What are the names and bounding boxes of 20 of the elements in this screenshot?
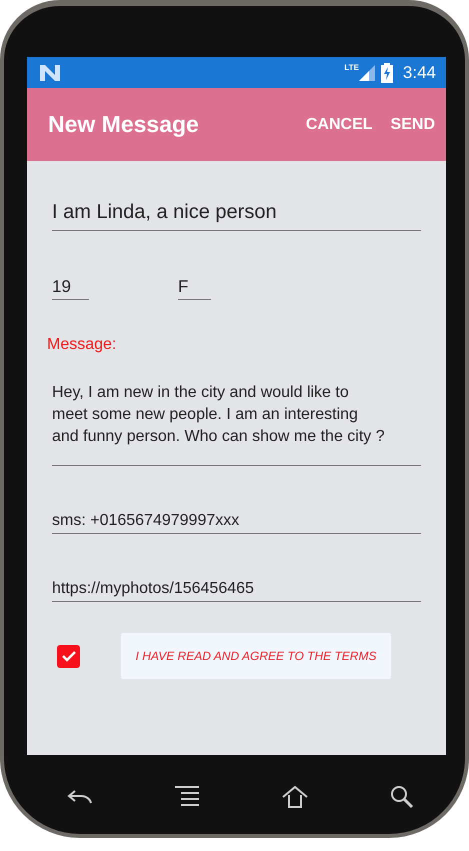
menu-icon[interactable] <box>175 786 200 808</box>
checkbox[interactable] <box>57 644 80 668</box>
app-title: New Message <box>48 111 199 138</box>
input-field[interactable]: Hey, I am new in the city and would like to meet some new people. I am an interesting and funny person. Who can show me the city ? <box>52 382 421 466</box>
check-icon <box>60 648 76 664</box>
input-field[interactable]: I am Linda, a nice person <box>52 201 421 231</box>
back-icon[interactable] <box>67 789 93 805</box>
home-icon[interactable] <box>282 786 308 808</box>
message-label: Message: <box>47 336 118 354</box>
signal-icon <box>358 64 375 80</box>
input-field[interactable]: F <box>178 277 211 300</box>
input-field[interactable]: https://myphotos/156456465 <box>52 580 421 602</box>
input-field[interactable]: 19 <box>52 277 89 300</box>
notification-icon <box>40 64 60 80</box>
battery-icon <box>380 62 393 82</box>
clock: 3:44 <box>402 62 436 82</box>
network-label: LTE <box>344 63 359 72</box>
search-icon[interactable] <box>390 785 414 809</box>
terms-button[interactable]: I HAVE READ AND AGREE TO THE TERMS <box>121 633 391 679</box>
input-field[interactable]: sms: +0165674979997xxx <box>52 512 421 534</box>
